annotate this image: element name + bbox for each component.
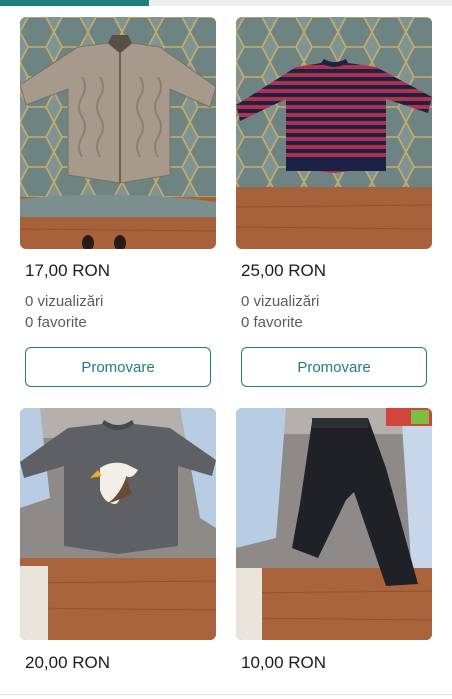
listing-price: 25,00 RON <box>241 261 327 280</box>
listing-views: 0 vizualizări <box>241 293 320 310</box>
loading-progress-bar <box>0 0 452 6</box>
promote-button[interactable]: Promovare <box>241 347 427 387</box>
listing-price: 17,00 RON <box>25 261 111 280</box>
listing-price: 20,00 RON <box>25 653 111 672</box>
listing-photo[interactable] <box>236 408 432 640</box>
bottom-divider <box>0 694 452 695</box>
promote-button[interactable]: Promovare <box>25 347 211 387</box>
listing-price: 10,00 RON <box>241 653 327 672</box>
listing-views: 0 vizualizări <box>25 293 104 310</box>
listing-photo[interactable] <box>20 408 216 640</box>
listing-favorites: 0 favorite <box>241 314 303 331</box>
loading-progress-fill <box>0 0 150 6</box>
listing-photo[interactable] <box>236 17 432 249</box>
listing-photo[interactable] <box>20 17 216 249</box>
listing-favorites: 0 favorite <box>25 314 87 331</box>
